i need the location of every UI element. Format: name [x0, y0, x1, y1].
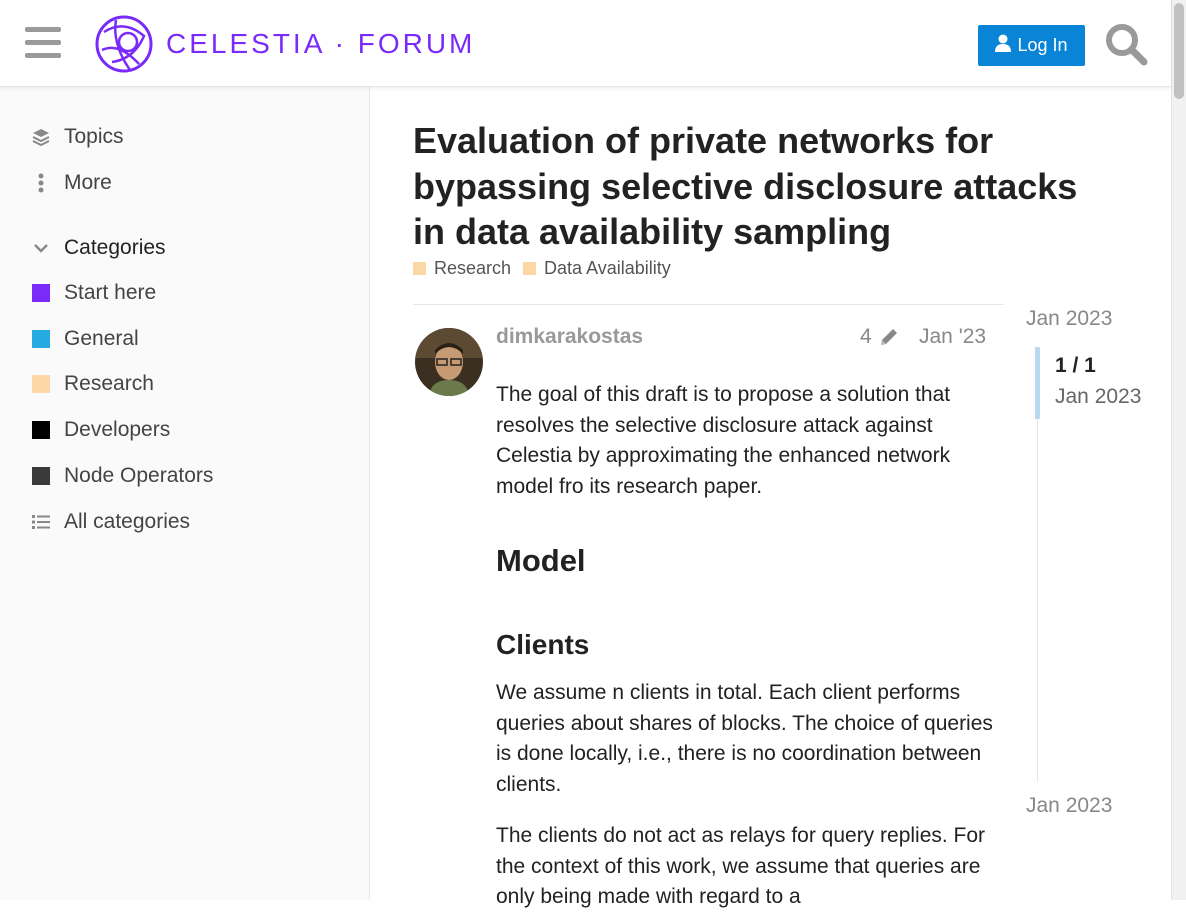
sidebar: Topics More Categories Start here Genera… [0, 87, 370, 900]
logo-text: CELESTIA · FORUM [166, 28, 476, 59]
sidebar-item-all-categories[interactable]: All categories [32, 510, 190, 534]
celestia-logo-icon [95, 15, 153, 73]
timeline-post-count: 1 / 1 [1055, 354, 1096, 377]
list-icon [32, 514, 50, 530]
site-header: CELESTIA · FORUM Log In [0, 0, 1171, 87]
sidebar-item-label: Research [64, 372, 154, 395]
login-button[interactable]: Log In [978, 25, 1085, 66]
page-scrollbar[interactable] [1171, 0, 1186, 900]
post-author[interactable]: dimkarakostas [496, 325, 643, 349]
category-color-swatch [413, 262, 426, 275]
search-icon[interactable] [1104, 22, 1148, 66]
timeline-scroller-handle[interactable] [1035, 347, 1040, 419]
category-color-swatch [32, 467, 50, 485]
timeline-end-date[interactable]: Jan 2023 [1026, 794, 1112, 818]
vertical-ellipsis-icon [32, 173, 50, 193]
sidebar-item-label: Node Operators [64, 464, 214, 487]
sidebar-item-label: Topics [64, 125, 124, 148]
sidebar-categories-toggle[interactable]: Categories [32, 236, 166, 260]
category-color-swatch [32, 375, 50, 393]
sidebar-item-general[interactable]: General [32, 327, 139, 351]
sidebar-item-label: General [64, 327, 139, 350]
post-paragraph: The goal of this draft is to propose a s… [496, 383, 951, 498]
layers-icon [32, 128, 50, 146]
site-logo[interactable]: CELESTIA · FORUM [94, 14, 475, 74]
edit-count: 4 [860, 325, 872, 348]
category-color-swatch [32, 330, 50, 348]
sidebar-item-node-operators[interactable]: Node Operators [32, 464, 213, 488]
sidebar-item-developers[interactable]: Developers [32, 418, 170, 442]
sidebar-item-label: Developers [64, 418, 171, 441]
category-badge-data-availability[interactable]: Data Availability [523, 258, 671, 279]
sidebar-item-label: More [64, 171, 112, 194]
sidebar-item-label: Start here [64, 281, 157, 304]
timeline-current-date: Jan 2023 [1055, 385, 1142, 408]
category-color-swatch [523, 262, 537, 275]
topic-title[interactable]: Evaluation of private networks for bypas… [413, 118, 1103, 255]
sidebar-item-topics[interactable]: Topics [32, 125, 124, 149]
chevron-down-icon [32, 243, 50, 253]
sidebar-item-start-here[interactable]: Start here [32, 281, 156, 305]
avatar[interactable] [415, 328, 483, 396]
post-subheading: Clients [496, 629, 590, 660]
sidebar-item-research[interactable]: Research [32, 372, 154, 396]
post-date[interactable]: Jan '23 [919, 325, 986, 349]
post-heading: Model [496, 543, 586, 578]
post-paragraph: The clients do not act as relays for que… [496, 824, 986, 908]
hamburger-menu-icon[interactable] [25, 27, 61, 59]
sidebar-item-more[interactable]: More [32, 171, 112, 195]
category-color-swatch [32, 284, 50, 302]
topic-divider [413, 304, 1004, 305]
pencil-icon [878, 326, 900, 348]
user-icon [995, 34, 1012, 57]
category-badge-label: Data Availability [544, 258, 671, 278]
post-paragraph: We assume n clients in total. Each clien… [496, 681, 993, 796]
post-edit-history[interactable]: 4 [860, 325, 900, 349]
sidebar-section-label: Categories [64, 236, 166, 259]
category-badge-research[interactable]: Research [413, 258, 511, 279]
timeline-start-date[interactable]: Jan 2023 [1026, 307, 1112, 331]
category-color-swatch [32, 421, 50, 439]
category-badge-label: Research [434, 258, 512, 278]
topic-categories: Research Data Availability [413, 258, 683, 279]
login-label: Log In [1017, 35, 1068, 55]
sidebar-item-label: All categories [64, 510, 191, 533]
scrollbar-thumb[interactable] [1174, 3, 1184, 99]
